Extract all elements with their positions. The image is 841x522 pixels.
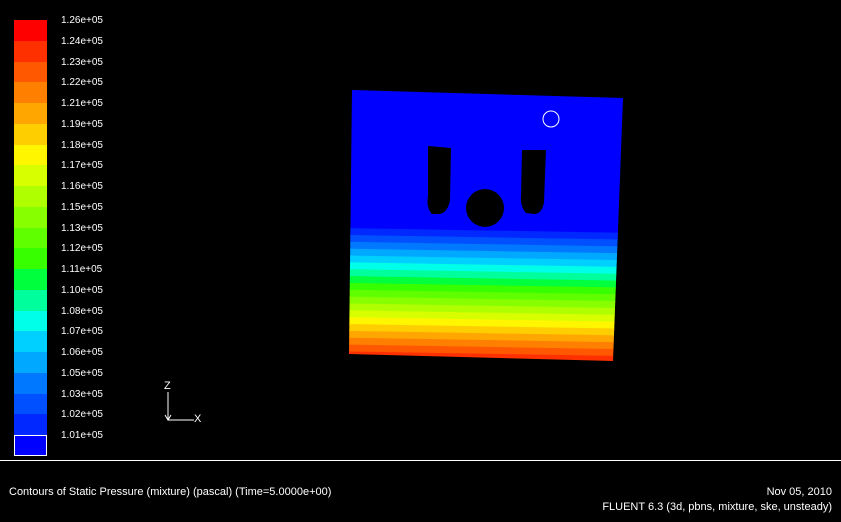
plot-caption: Contours of Static Pressure (mixture) (p… (9, 486, 332, 498)
solver-info: FLUENT 6.3 (3d, pbns, mixture, ske, unst… (602, 501, 832, 513)
center-hole (466, 189, 504, 227)
z-axis-label: Z (164, 380, 171, 392)
graphics-viewport[interactable]: 1.26e+05 1.24e+05 1.23e+05 1.22e+05 1.21e+05… (0, 0, 841, 460)
contour-plot (349, 90, 623, 361)
x-axis-label: X (194, 413, 202, 425)
axis-triad: Z X (160, 380, 210, 430)
left-slot (427, 146, 451, 214)
plot-date: Nov 05, 2010 (766, 486, 832, 498)
right-slot (520, 150, 546, 214)
status-footer: Contours of Static Pressure (mixture) (p… (0, 460, 841, 522)
